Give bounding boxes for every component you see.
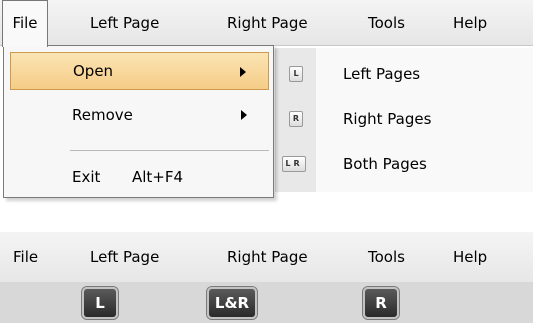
menu-file[interactable]: File: [2, 0, 48, 47]
left-page-button[interactable]: L: [82, 287, 118, 319]
menu-left-page-label: Left Page: [90, 248, 160, 266]
menu-right-page[interactable]: Right Page: [227, 0, 308, 46]
submenu-arrow-icon: [241, 110, 247, 120]
menu-item-open[interactable]: Open: [10, 52, 269, 90]
menu-left-page[interactable]: Left Page: [90, 232, 159, 282]
page-toolbar: L L&R R: [0, 282, 533, 323]
menu-left-page[interactable]: Left Page: [90, 0, 159, 46]
menu-help-label: Help: [453, 14, 488, 32]
right-page-button-label: R: [375, 294, 387, 312]
menu-help[interactable]: Help: [453, 232, 487, 282]
menu-right-page[interactable]: Right Page: [227, 232, 308, 282]
menu-item-exit-label: Exit: [72, 168, 101, 186]
open-submenu: L Left Pages R Right Pages LR Both Pages: [275, 48, 533, 192]
menu-file-label: File: [13, 248, 39, 266]
submenu-arrow-icon: [240, 67, 246, 77]
menu-separator: [70, 150, 269, 151]
menu-file[interactable]: File: [13, 232, 38, 282]
both-pages-icon: LR: [282, 156, 306, 172]
menu-tools[interactable]: Tools: [368, 0, 405, 46]
menu-item-remove[interactable]: Remove: [10, 96, 269, 134]
menu-tools-label: Tools: [368, 248, 405, 266]
submenu-item-right-pages[interactable]: R Right Pages: [276, 97, 533, 141]
submenu-item-right-pages-label: Right Pages: [343, 110, 432, 128]
menu-tools-label: Tools: [368, 14, 405, 32]
menu-left-page-label: Left Page: [90, 14, 160, 32]
both-pages-button-label: L&R: [214, 294, 250, 312]
menu-item-remove-label: Remove: [72, 106, 133, 124]
menu-bar: File Left Page Right Page Tools Help: [0, 0, 533, 47]
submenu-item-both-pages[interactable]: LR Both Pages: [276, 142, 533, 186]
menu-item-exit[interactable]: Exit Alt+F4: [10, 158, 269, 196]
menu-help-label: Help: [453, 248, 488, 266]
submenu-item-left-pages[interactable]: L Left Pages: [276, 52, 533, 96]
left-page-button-label: L: [95, 294, 105, 312]
menu-right-page-label: Right Page: [227, 248, 308, 266]
submenu-item-both-pages-label: Both Pages: [343, 155, 427, 173]
right-page-button[interactable]: R: [363, 287, 399, 319]
menu-item-exit-shortcut: Alt+F4: [132, 168, 184, 186]
menu-help[interactable]: Help: [453, 0, 487, 46]
menu-file-label: File: [12, 14, 38, 32]
menu-right-page-label: Right Page: [227, 14, 308, 32]
submenu-item-left-pages-label: Left Pages: [343, 65, 421, 83]
both-pages-button[interactable]: L&R: [207, 287, 257, 319]
menu-bar-alt: File Left Page Right Page Tools Help: [0, 232, 533, 282]
file-dropdown-menu: Open Remove Exit Alt+F4: [3, 45, 274, 198]
right-page-icon: R: [289, 111, 303, 127]
left-page-icon: L: [289, 66, 303, 82]
menu-tools[interactable]: Tools: [368, 232, 405, 282]
menu-item-open-label: Open: [73, 62, 114, 80]
